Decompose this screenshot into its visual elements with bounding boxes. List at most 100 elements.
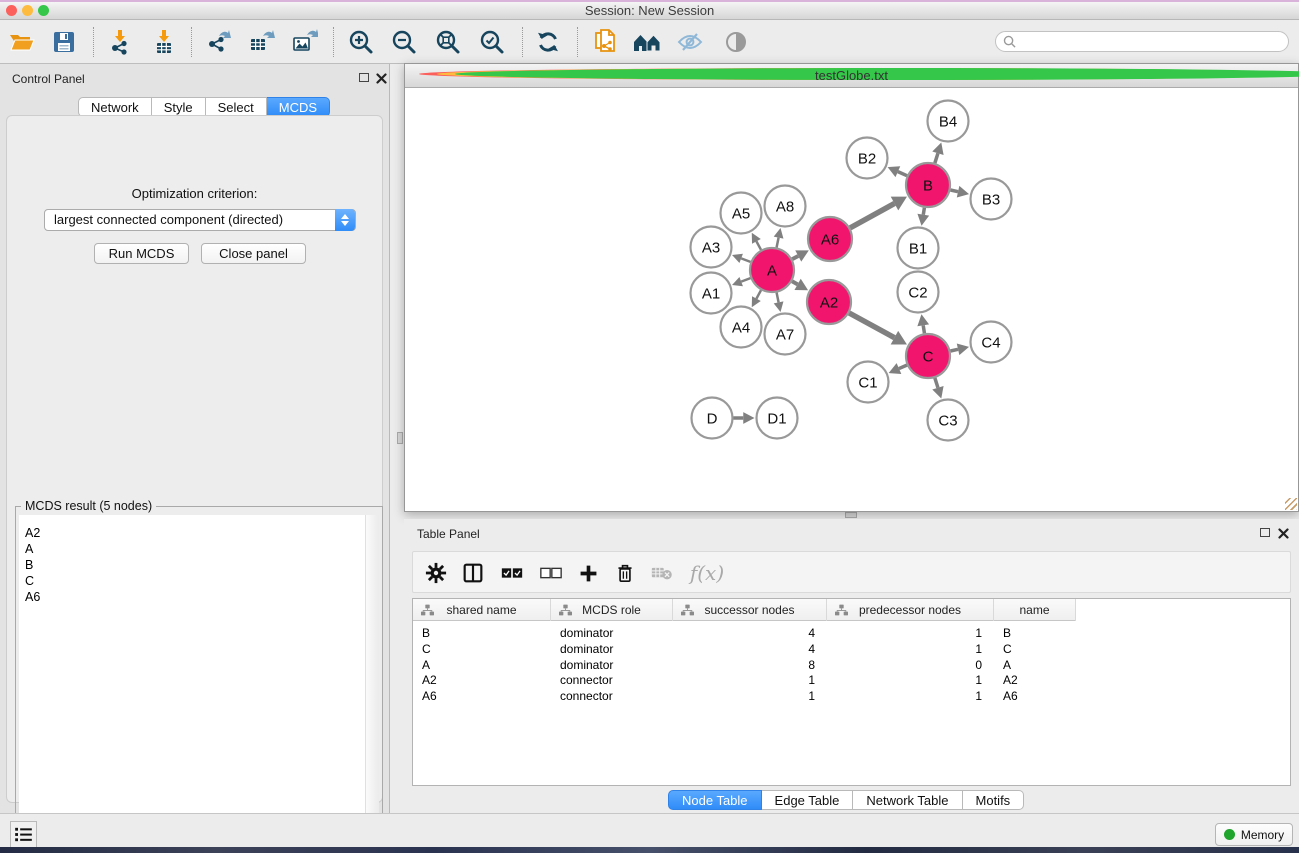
table-cell[interactable]: A2 xyxy=(422,672,548,688)
open-session-button[interactable] xyxy=(4,24,40,60)
zoom-fit-button[interactable] xyxy=(430,24,466,60)
table-cell[interactable]: 4 xyxy=(673,625,815,641)
network-canvas[interactable]: B4B2BB3A5A8A6B1A3AC2A1A2A4A7C4CC1DD1C3 xyxy=(406,89,1297,510)
select-all-rows-button[interactable] xyxy=(496,557,528,589)
memory-button[interactable]: Memory xyxy=(1215,823,1293,846)
column-header-MCDS-role[interactable]: MCDS role xyxy=(551,599,673,621)
edge-A-A5[interactable] xyxy=(756,241,761,249)
column-header-predecessor-nodes[interactable]: predecessor nodes xyxy=(827,599,994,621)
edge-A-A3[interactable] xyxy=(741,258,750,262)
table-cell[interactable]: 4 xyxy=(673,641,815,657)
edge-A-A8[interactable] xyxy=(777,238,779,248)
window-resize-grip[interactable] xyxy=(1285,498,1297,510)
edge-A-A6[interactable] xyxy=(792,256,798,259)
result-item[interactable]: A2 xyxy=(25,525,365,541)
edge-A-A2[interactable] xyxy=(792,281,798,284)
node-table[interactable]: shared nameMCDS rolesuccessor nodesprede… xyxy=(412,598,1291,786)
edge-B-B4[interactable] xyxy=(935,153,938,163)
table-cell[interactable]: dominator xyxy=(560,641,670,657)
column-header-name[interactable]: name xyxy=(994,599,1076,621)
table-cell[interactable]: 1 xyxy=(673,672,815,688)
tab-network[interactable]: Network xyxy=(78,97,152,117)
search-field[interactable] xyxy=(995,31,1289,52)
tab-node-table[interactable]: Node Table xyxy=(668,790,762,810)
table-cell[interactable]: 1 xyxy=(673,688,815,704)
tab-mcds[interactable]: MCDS xyxy=(267,97,330,117)
delete-table-button[interactable] xyxy=(646,557,678,589)
close-panel-button[interactable]: Close panel xyxy=(201,243,306,264)
tab-edge-table[interactable]: Edge Table xyxy=(762,790,854,810)
export-image-button[interactable] xyxy=(286,24,322,60)
float-panel-icon[interactable] xyxy=(359,73,369,82)
tab-network-table[interactable]: Network Table xyxy=(853,790,962,810)
zoom-selected-button[interactable] xyxy=(474,24,510,60)
tab-select[interactable]: Select xyxy=(206,97,267,117)
save-session-button[interactable] xyxy=(46,24,82,60)
show-all-button[interactable] xyxy=(718,24,754,60)
refresh-view-button[interactable] xyxy=(530,24,566,60)
edge-A6-B[interactable] xyxy=(850,203,894,227)
horizontal-splitter-handle[interactable] xyxy=(845,512,857,518)
table-cell[interactable]: 1 xyxy=(827,688,982,704)
tab-motifs[interactable]: Motifs xyxy=(963,790,1025,810)
mcds-result-list[interactable]: A2ABCA6 xyxy=(19,515,365,844)
export-network-button[interactable] xyxy=(200,24,236,60)
hide-selected-button[interactable] xyxy=(672,24,708,60)
edge-A-A7[interactable] xyxy=(777,293,779,303)
table-cell[interactable]: A xyxy=(422,657,548,673)
column-header-successor-nodes[interactable]: successor nodes xyxy=(673,599,827,621)
edge-B-B2[interactable] xyxy=(898,172,907,176)
zoom-in-button[interactable] xyxy=(343,24,379,60)
table-cell[interactable]: A2 xyxy=(1003,672,1073,688)
float-table-panel-icon[interactable] xyxy=(1260,528,1270,537)
create-column-button[interactable] xyxy=(572,557,604,589)
network-window-titlebar[interactable]: testGlobe.txt xyxy=(405,64,1298,88)
table-cell[interactable]: C xyxy=(1003,641,1073,657)
import-table-button[interactable] xyxy=(146,24,182,60)
result-item[interactable]: C xyxy=(25,573,365,589)
clone-network-button[interactable] xyxy=(587,24,623,60)
table-cell[interactable]: B xyxy=(1003,625,1073,641)
edge-B-B3[interactable] xyxy=(950,190,958,192)
table-cell[interactable]: 1 xyxy=(827,625,982,641)
edge-C-C3[interactable] xyxy=(935,378,938,388)
edge-A-A4[interactable] xyxy=(756,290,761,298)
table-cell[interactable]: 0 xyxy=(827,657,982,673)
select-stepper[interactable] xyxy=(335,209,355,231)
show-columns-button[interactable] xyxy=(457,557,489,589)
zoom-out-button[interactable] xyxy=(386,24,422,60)
import-network-button[interactable] xyxy=(102,24,138,60)
function-builder-button[interactable]: f(x) xyxy=(685,557,729,589)
edge-A-A1[interactable] xyxy=(741,278,750,282)
table-cell[interactable]: dominator xyxy=(560,625,670,641)
table-cell[interactable]: A6 xyxy=(1003,688,1073,704)
search-input[interactable] xyxy=(1020,34,1288,50)
result-list-scrollbar[interactable] xyxy=(365,515,379,844)
run-mcds-button[interactable]: Run MCDS xyxy=(94,243,189,264)
result-item[interactable]: A6 xyxy=(25,589,365,605)
table-cell[interactable]: A6 xyxy=(422,688,548,704)
table-cell[interactable]: 1 xyxy=(827,672,982,688)
edge-B-B1[interactable] xyxy=(923,208,924,215)
table-cell[interactable]: 8 xyxy=(673,657,815,673)
result-item[interactable]: A xyxy=(25,541,365,557)
vertical-splitter-handle[interactable] xyxy=(397,432,403,444)
export-table-button[interactable] xyxy=(243,24,279,60)
close-table-panel-icon[interactable] xyxy=(1278,528,1289,539)
table-cell[interactable]: connector xyxy=(560,672,670,688)
optimization-criterion-select[interactable]: largest connected component (directed) xyxy=(44,209,356,231)
table-cell[interactable]: A xyxy=(1003,657,1073,673)
edge-A2-C[interactable] xyxy=(849,313,894,338)
close-panel-icon[interactable] xyxy=(376,73,387,84)
deselect-all-rows-button[interactable] xyxy=(535,557,567,589)
edge-C-C2[interactable] xyxy=(923,325,924,333)
table-cell[interactable]: 1 xyxy=(827,641,982,657)
edge-C-C1[interactable] xyxy=(899,365,907,368)
column-header-shared-name[interactable]: shared name xyxy=(413,599,551,621)
table-cell[interactable]: connector xyxy=(560,688,670,704)
table-settings-button[interactable] xyxy=(420,557,452,589)
table-cell[interactable]: C xyxy=(422,641,548,657)
show-task-history-button[interactable] xyxy=(10,821,37,848)
edge-C-C4[interactable] xyxy=(950,349,958,351)
delete-column-button[interactable] xyxy=(609,557,641,589)
